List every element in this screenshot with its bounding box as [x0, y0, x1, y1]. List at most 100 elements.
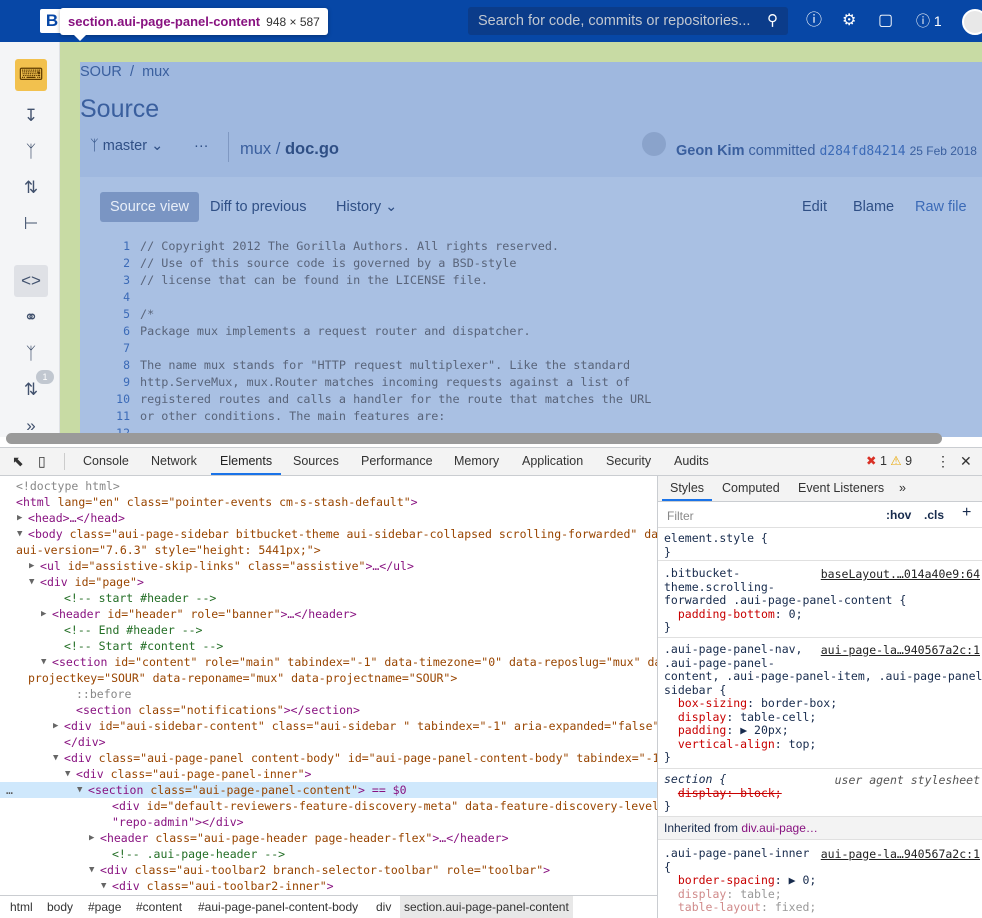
- tab-history[interactable]: History ⌄: [326, 192, 407, 222]
- css-value[interactable]: border-box;: [761, 696, 837, 710]
- blame-button[interactable]: Blame: [843, 192, 904, 222]
- expand-toggle-icon[interactable]: ▼: [29, 574, 34, 590]
- breadcrumb-project[interactable]: SOUR: [80, 64, 122, 80]
- dom-node[interactable]: <!-- Start #content -->: [0, 638, 657, 654]
- crumb-div[interactable]: div: [372, 896, 395, 918]
- rule-source-link[interactable]: baseLayout.…014a40e9:64: [821, 567, 980, 581]
- tab-application[interactable]: Application: [522, 448, 583, 475]
- class-toggle[interactable]: .cls: [924, 508, 944, 522]
- expand-toggle-icon[interactable]: ▼: [65, 766, 70, 782]
- fork-icon[interactable]: ⊢: [14, 208, 48, 240]
- node-actions-icon[interactable]: …: [6, 782, 13, 798]
- css-property[interactable]: box-sizing: [678, 696, 747, 710]
- css-value[interactable]: ▶ 0;: [789, 873, 817, 887]
- crumb-content[interactable]: #content: [132, 896, 186, 918]
- edit-button[interactable]: Edit: [792, 192, 837, 222]
- tab-console[interactable]: Console: [83, 448, 129, 475]
- dom-node[interactable]: ▶ <head>…</head>: [0, 510, 657, 526]
- close-icon[interactable]: ✕: [960, 448, 972, 475]
- expand-toggle-icon[interactable]: ▶: [41, 606, 46, 622]
- line-number[interactable]: 1: [80, 239, 130, 253]
- expand-toggle-icon[interactable]: ▶: [29, 558, 34, 574]
- css-value[interactable]: table;: [740, 887, 782, 901]
- commits-icon[interactable]: ⚭: [14, 302, 48, 334]
- user-avatar[interactable]: [962, 9, 982, 35]
- line-number[interactable]: 5: [80, 307, 130, 321]
- clone-icon[interactable]: ↧: [14, 100, 48, 132]
- inbox-icon[interactable]: ▢: [878, 10, 893, 32]
- breadcrumb-repo[interactable]: mux: [142, 64, 169, 80]
- expand-toggle-icon[interactable]: ▼: [89, 862, 94, 878]
- dom-node[interactable]: </div>: [0, 734, 657, 750]
- add-rule-icon[interactable]: +: [962, 504, 971, 522]
- dom-node[interactable]: projectkey="SOUR" data-reponame="mux" da…: [0, 670, 657, 686]
- gear-icon[interactable]: ⚙: [842, 10, 856, 32]
- expand-toggle-icon[interactable]: ▼: [101, 878, 106, 891]
- tab-elements[interactable]: Elements: [211, 448, 282, 475]
- dom-node[interactable]: ▶ <header class="aui-page-header page-hea…: [0, 830, 657, 846]
- tab-event-listeners[interactable]: Event Listeners: [798, 476, 884, 501]
- expand-toggle-icon[interactable]: ▼: [41, 654, 46, 670]
- css-rule-page-panel[interactable]: .aui-page-panel-nav, .aui-page-panel- co…: [664, 642, 982, 765]
- dom-node[interactable]: ▶ <header id="header" role="banner">…</he…: [0, 606, 657, 622]
- tab-computed[interactable]: Computed: [722, 476, 780, 501]
- css-value[interactable]: top;: [789, 737, 817, 751]
- dom-node[interactable]: ▶ <div id="aui-sidebar-content" class="au…: [0, 718, 657, 734]
- branches-icon[interactable]: ᛉ: [14, 338, 48, 370]
- dom-node[interactable]: <html lang="en" class="pointer-events cm…: [0, 494, 657, 510]
- line-number[interactable]: 6: [80, 324, 130, 338]
- tab-memory[interactable]: Memory: [454, 448, 499, 475]
- dom-node[interactable]: aui-version="7.6.3" style="height: 5441p…: [0, 542, 657, 558]
- css-value[interactable]: ▶ 20px;: [740, 723, 788, 737]
- tab-security[interactable]: Security: [606, 448, 651, 475]
- line-number[interactable]: 10: [80, 392, 130, 406]
- raw-file-button[interactable]: Raw file: [905, 192, 977, 222]
- dom-node[interactable]: ▼ <body class="aui-page-sidebar bitbucket…: [0, 526, 657, 542]
- tab-audits[interactable]: Audits: [674, 448, 709, 475]
- search-icon[interactable]: ⚲: [767, 7, 778, 35]
- css-value[interactable]: 0;: [789, 607, 803, 621]
- dom-node[interactable]: <div id="default-reviewers-feature-disco…: [0, 798, 657, 814]
- error-counter[interactable]: ✖ 1 ⚠ 9: [866, 448, 912, 475]
- crumb-html[interactable]: html: [6, 896, 37, 918]
- dom-node[interactable]: ::before: [0, 686, 657, 702]
- hover-state-toggle[interactable]: :hov: [886, 508, 911, 522]
- crumb-section[interactable]: section.aui-page-panel-content: [400, 896, 573, 918]
- devtools-menu-icon[interactable]: ⋮: [936, 448, 950, 475]
- inherited-element-link[interactable]: div.aui-page…: [741, 821, 818, 835]
- inspect-element-icon[interactable]: ⬉: [12, 448, 24, 475]
- expand-toggle-icon[interactable]: ▶: [17, 510, 22, 526]
- dom-node[interactable]: ▼ <div class="aui-page-panel-inner">: [0, 766, 657, 782]
- dom-node[interactable]: <!-- End #header -->: [0, 622, 657, 638]
- path-repo-link[interactable]: mux: [240, 140, 271, 158]
- notifications-icon[interactable]: ⓘ 1: [916, 10, 942, 32]
- styles-filter-input[interactable]: Filter: [662, 506, 876, 524]
- css-value[interactable]: fixed;: [775, 900, 817, 914]
- expand-toggle-icon[interactable]: ▼: [53, 750, 58, 766]
- expand-toggle-icon[interactable]: ▶: [53, 718, 58, 734]
- dom-node[interactable]: <!-- .aui-page-header -->: [0, 846, 657, 862]
- more-actions-button[interactable]: ···: [184, 131, 219, 161]
- crumb-page[interactable]: #page: [84, 896, 125, 918]
- dom-node[interactable]: ▼ <section id="content" role="main" tabin…: [0, 654, 657, 670]
- dom-node[interactable]: ▼ <div class="aui-page-panel content-body…: [0, 750, 657, 766]
- dom-node[interactable]: ▼ <div class="aui-toolbar2 branch-selecto…: [0, 862, 657, 878]
- rule-source-link[interactable]: aui-page-la…940567a2c:1: [821, 847, 980, 861]
- expand-toggle-icon[interactable]: ▼: [17, 526, 22, 542]
- tab-diff-to-previous[interactable]: Diff to previous: [200, 192, 316, 222]
- dom-node[interactable]: … ▼ <section class="aui-page-panel-content…: [0, 782, 657, 798]
- crumb-panel-body[interactable]: #aui-page-panel-content-body: [194, 896, 362, 918]
- css-property[interactable]: vertical-align: [678, 737, 775, 751]
- source-icon[interactable]: <>: [14, 265, 48, 297]
- dom-node[interactable]: ▶ <ul id="assistive-skip-links" class="as…: [0, 558, 657, 574]
- dom-node[interactable]: <!-- start #header -->: [0, 590, 657, 606]
- tab-sources[interactable]: Sources: [293, 448, 339, 475]
- tab-source-view[interactable]: Source view: [100, 192, 199, 222]
- element-style-rule[interactable]: element.style {}: [664, 531, 982, 559]
- commit-hash-link[interactable]: d284fd84214: [819, 144, 905, 159]
- expand-toggle-icon[interactable]: ▶: [89, 830, 94, 846]
- create-branch-icon[interactable]: ᛉ: [14, 136, 48, 168]
- line-number[interactable]: 9: [80, 375, 130, 389]
- line-number[interactable]: 3: [80, 273, 130, 287]
- css-value[interactable]: table-cell;: [740, 710, 816, 724]
